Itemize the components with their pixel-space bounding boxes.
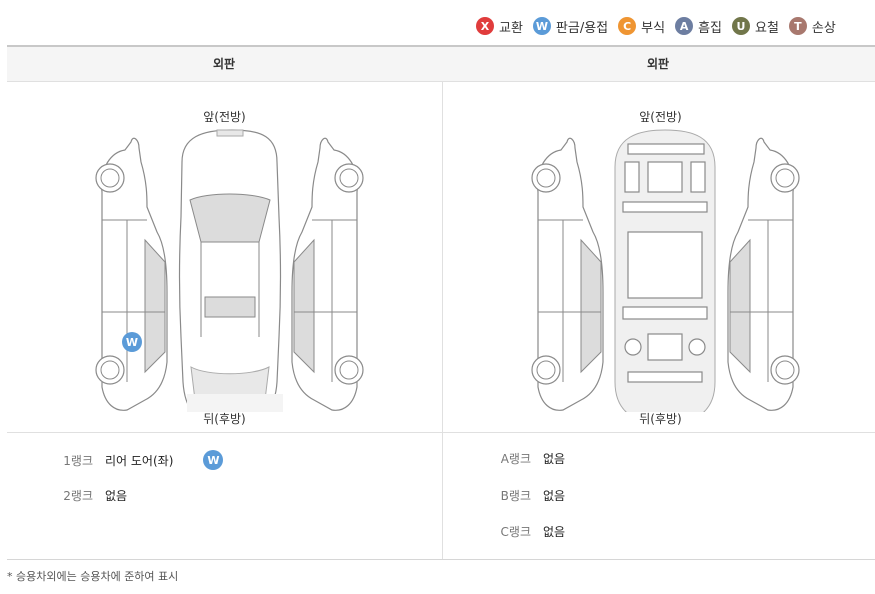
exterior-diagram-right: 앞(전방) 뒤(후방) <box>443 82 875 432</box>
car-top-view <box>178 129 283 412</box>
exchange-icon: X <box>476 17 494 35</box>
legend-label: 교환 <box>499 20 523 36</box>
legend-label: 손상 <box>811 20 836 36</box>
rear-label: 뒤(후방) <box>203 412 246 426</box>
scratch-icon: A <box>675 17 694 35</box>
legend-item-dent: U 요철 <box>732 17 779 36</box>
car-left-side <box>95 137 168 411</box>
legend-item-damage: T 손상 <box>788 17 836 36</box>
legend-item-corrosion: C 부식 <box>618 17 665 36</box>
rank-row-a: A랭크 없음 <box>489 450 565 467</box>
exterior-diagram-left: 앞(전방) W 뒤(후방) <box>7 82 442 432</box>
rank-value: 리어 도어(좌) <box>105 453 174 468</box>
legend-label: 부식 <box>641 20 666 36</box>
rank-value: 없음 <box>543 489 566 503</box>
legend-label: 요철 <box>755 20 779 36</box>
legend-label: 판금/용접 <box>555 20 609 36</box>
rank-label: B랭크 <box>500 489 531 503</box>
rank-label: A랭크 <box>500 452 531 466</box>
table-header: 외판 외판 <box>7 47 875 82</box>
rank-value: 없음 <box>543 452 566 466</box>
welding-icon: W <box>532 17 551 35</box>
row-divider <box>7 432 875 433</box>
exterior-inspection-table: 외판 외판 앞(전방) W 뒤(후방) 앞(전방) 뒤(후방) 1랭크 리어 도… <box>7 45 875 560</box>
car-outline-diagram <box>95 129 364 412</box>
rank-row-c: C랭크 없음 <box>489 523 566 540</box>
rear-door-left-welding-marker[interactable]: W <box>122 332 142 352</box>
corrosion-icon: C <box>618 17 637 35</box>
welding-icon: W <box>203 450 224 470</box>
rank-row-2: 2랭크 없음 <box>51 487 127 504</box>
frame-right-side <box>727 137 800 411</box>
dent-icon: U <box>732 17 750 35</box>
legend-item-welding: W 판금/용접 <box>532 17 609 36</box>
frame-top-view <box>614 129 716 412</box>
footnote: * 승용차외에는 승용차에 준하여 표시 <box>7 570 179 583</box>
legend-item-scratch: A 흠집 <box>675 17 722 36</box>
rear-label: 뒤(후방) <box>639 412 682 426</box>
rank-label: 1랭크 <box>63 453 93 468</box>
car-right-side <box>291 137 364 411</box>
legend-item-exchange: X 교환 <box>476 17 523 36</box>
damage-icon: T <box>788 17 807 35</box>
rank-row-1: 1랭크 리어 도어(좌) W <box>51 450 228 470</box>
legend-label: 흠집 <box>698 20 722 36</box>
frame-outline-diagram <box>531 129 800 412</box>
rank-row-b: B랭크 없음 <box>489 487 565 504</box>
rank-label: 2랭크 <box>63 489 93 503</box>
rank-value: 없음 <box>543 525 566 539</box>
damage-legend: X 교환 W 판금/용접 C 부식 A 흠집 U 요철 T 손상 <box>476 14 875 38</box>
frame-left-side <box>531 137 604 411</box>
rank-label: C랭크 <box>500 525 531 539</box>
header-left: 외판 <box>212 57 236 71</box>
rank-value: 없음 <box>105 489 128 503</box>
header-right: 외판 <box>646 57 670 71</box>
